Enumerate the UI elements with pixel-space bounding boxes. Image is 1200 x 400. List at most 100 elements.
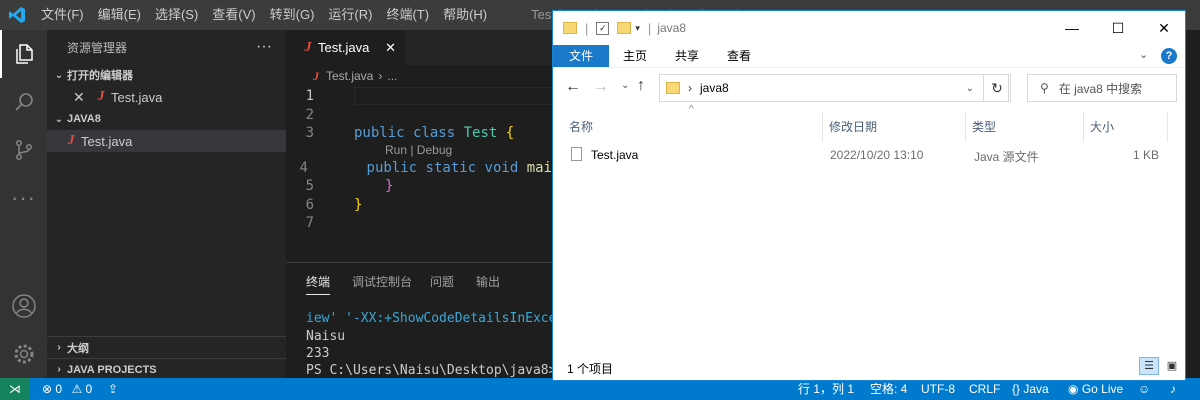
folder-label: JAVA8: [67, 113, 101, 125]
menu-view[interactable]: 查看(V): [205, 0, 262, 30]
java-projects-section[interactable]: › JAVA PROJECTS: [47, 358, 286, 380]
menu-help[interactable]: 帮助(H): [436, 0, 494, 30]
ribbon-tab-share[interactable]: 共享: [661, 45, 713, 67]
ribbon-expand-icon[interactable]: ⌄: [1139, 48, 1148, 61]
search-box[interactable]: ⚲ 在 java8 中搜索: [1027, 74, 1177, 102]
java-source-file-icon: [571, 147, 582, 161]
tab-debug-console[interactable]: 调试控制台: [352, 273, 412, 290]
column-type[interactable]: 类型: [966, 112, 1084, 142]
maximize-button[interactable]: ☐: [1095, 11, 1141, 45]
menu-terminal[interactable]: 终端(T): [379, 0, 436, 30]
chevron-down-icon: ⌄: [54, 69, 64, 81]
quick-access-dropdown-icon[interactable]: ▾: [635, 23, 640, 34]
tab-output[interactable]: 输出: [476, 273, 500, 290]
recent-locations-icon[interactable]: ⌄: [621, 80, 629, 91]
tab-problems[interactable]: 问题: [430, 273, 454, 290]
tab-close-icon[interactable]: ✕: [385, 40, 396, 56]
activity-bar: ···: [0, 30, 47, 378]
open-editor-filename: Test.java: [111, 89, 163, 105]
code-editor[interactable]: 1 2 3 public class Test { Run | Debug 4 pu…: [286, 87, 554, 233]
vscode-logo-icon: [0, 0, 34, 30]
language-status[interactable]: {} Java: [1012, 378, 1049, 400]
ribbon-tab-home[interactable]: 主页: [609, 45, 661, 67]
sidebar-more-icon[interactable]: ···: [256, 38, 272, 56]
explorer-activity-icon[interactable]: [0, 30, 47, 78]
large-icons-view-icon[interactable]: ▣: [1163, 357, 1181, 375]
code-line: 2: [305, 106, 314, 123]
refresh-button[interactable]: ↻: [983, 74, 1011, 102]
code-line: 5}: [305, 178, 394, 195]
column-modified[interactable]: 修改日期: [823, 112, 966, 142]
open-editors-section[interactable]: ⌄ 打开的编辑器: [47, 64, 286, 86]
terminal-line: Naisu: [306, 329, 346, 344]
chevron-right-icon: ›: [57, 342, 61, 353]
back-arrow-icon[interactable]: ←: [565, 78, 581, 96]
account-status-icon[interactable]: ☺: [1138, 378, 1150, 400]
up-arrow-icon[interactable]: ↑: [637, 77, 645, 95]
menu-selection[interactable]: 选择(S): [148, 0, 205, 30]
folder-file-item[interactable]: J Test.java: [47, 130, 286, 152]
terminal-prompt[interactable]: PS C:\Users\Naisu\Desktop\java8>: [306, 363, 573, 378]
go-live-button[interactable]: ◉ Go Live: [1068, 378, 1123, 400]
breadcrumb-file[interactable]: Test.java: [326, 69, 373, 83]
file-explorer-window: | ✓ ▾ | java8 — ☐ ✕ 文件 主页 共享 查看 ⌄ ? ← → …: [552, 10, 1186, 381]
chevron-down-icon: ⌄: [54, 113, 64, 125]
minimize-button[interactable]: —: [1049, 11, 1095, 45]
codelens[interactable]: Run | Debug: [286, 143, 552, 159]
breadcrumb-more[interactable]: ...: [387, 69, 397, 83]
menu-file[interactable]: 文件(F): [34, 0, 91, 30]
bottom-panel: 终端 调试控制台 问题 输出 iew' '-XX:+ShowCodeDetail…: [286, 262, 580, 378]
eol-status[interactable]: CRLF: [969, 378, 1000, 400]
error-icon: ⊗: [42, 382, 53, 396]
address-folder[interactable]: java8: [700, 81, 729, 95]
remote-icon[interactable]: ⋊: [0, 378, 30, 400]
open-editor-item[interactable]: ✕ J Test.java: [47, 86, 286, 108]
indentation-status[interactable]: 空格: 4: [870, 378, 907, 400]
menu-go[interactable]: 转到(G): [263, 0, 322, 30]
outline-section[interactable]: › 大纲: [47, 336, 286, 358]
search-placeholder: 在 java8 中搜索: [1058, 81, 1143, 96]
close-button[interactable]: ✕: [1141, 11, 1187, 45]
explorer-titlebar: | ✓ ▾ | java8 — ☐ ✕: [553, 11, 1185, 45]
encoding-status[interactable]: UTF-8: [921, 378, 955, 400]
tab-terminal[interactable]: 终端: [306, 273, 331, 295]
terminal-line: iew' '-XX:+ShowCodeDetailsInExcepti: [306, 311, 580, 326]
address-bar[interactable]: › java8 ⌄: [659, 74, 1009, 102]
file-size: 1 KB: [1133, 148, 1160, 162]
tab-label: Test.java: [318, 40, 370, 55]
new-folder-icon[interactable]: [617, 22, 632, 34]
details-view-icon[interactable]: ☰: [1139, 357, 1159, 375]
item-count: 1 个项目: [567, 362, 614, 376]
ribbon-tab-view[interactable]: 查看: [713, 45, 765, 67]
live-share-icon[interactable]: ⇪: [108, 378, 118, 400]
more-activity-icon[interactable]: ···: [0, 174, 47, 222]
chevron-right-icon: ›: [688, 81, 692, 95]
problems-status[interactable]: ⊗ 0 ⚠ 0: [42, 378, 92, 400]
menu-run[interactable]: 运行(R): [321, 0, 379, 30]
notification-bell-icon[interactable]: ♪: [1170, 378, 1176, 400]
open-editors-label: 打开的编辑器: [67, 70, 133, 82]
file-row[interactable]: Test.java 2022/10/20 13:10 Java 源文件 1 KB: [553, 142, 1185, 170]
forward-arrow-icon[interactable]: →: [593, 78, 609, 96]
breadcrumb: J Test.java › ...: [286, 65, 552, 87]
tab-test-java[interactable]: J Test.java ✕: [286, 30, 406, 65]
account-icon[interactable]: [0, 282, 47, 330]
column-name[interactable]: 名称: [563, 112, 823, 142]
address-dropdown-icon[interactable]: ⌄: [966, 83, 974, 94]
column-size[interactable]: 大小: [1084, 112, 1168, 142]
source-control-icon[interactable]: [0, 126, 47, 174]
settings-gear-icon[interactable]: [0, 330, 47, 378]
chevron-right-icon: ›: [57, 364, 61, 375]
folder-section[interactable]: ⌄ JAVA8: [47, 108, 286, 130]
menu-edit[interactable]: 编辑(E): [91, 0, 148, 30]
cursor-position[interactable]: 行 1，列 1: [798, 378, 854, 400]
file-name[interactable]: Test.java: [591, 148, 638, 162]
ribbon-tabs: 文件 主页 共享 查看 ⌄ ?: [553, 45, 1185, 67]
ribbon-tab-file[interactable]: 文件: [553, 45, 609, 67]
code-line: 7: [305, 215, 314, 232]
close-icon[interactable]: ✕: [73, 89, 89, 106]
help-icon[interactable]: ?: [1161, 48, 1177, 64]
explorer-sidebar: 资源管理器 ··· ⌄ 打开的编辑器 ✕ J Test.java ⌄ JAVA8…: [47, 30, 286, 378]
search-activity-icon[interactable]: [0, 78, 47, 126]
properties-icon[interactable]: ✓: [596, 21, 610, 35]
